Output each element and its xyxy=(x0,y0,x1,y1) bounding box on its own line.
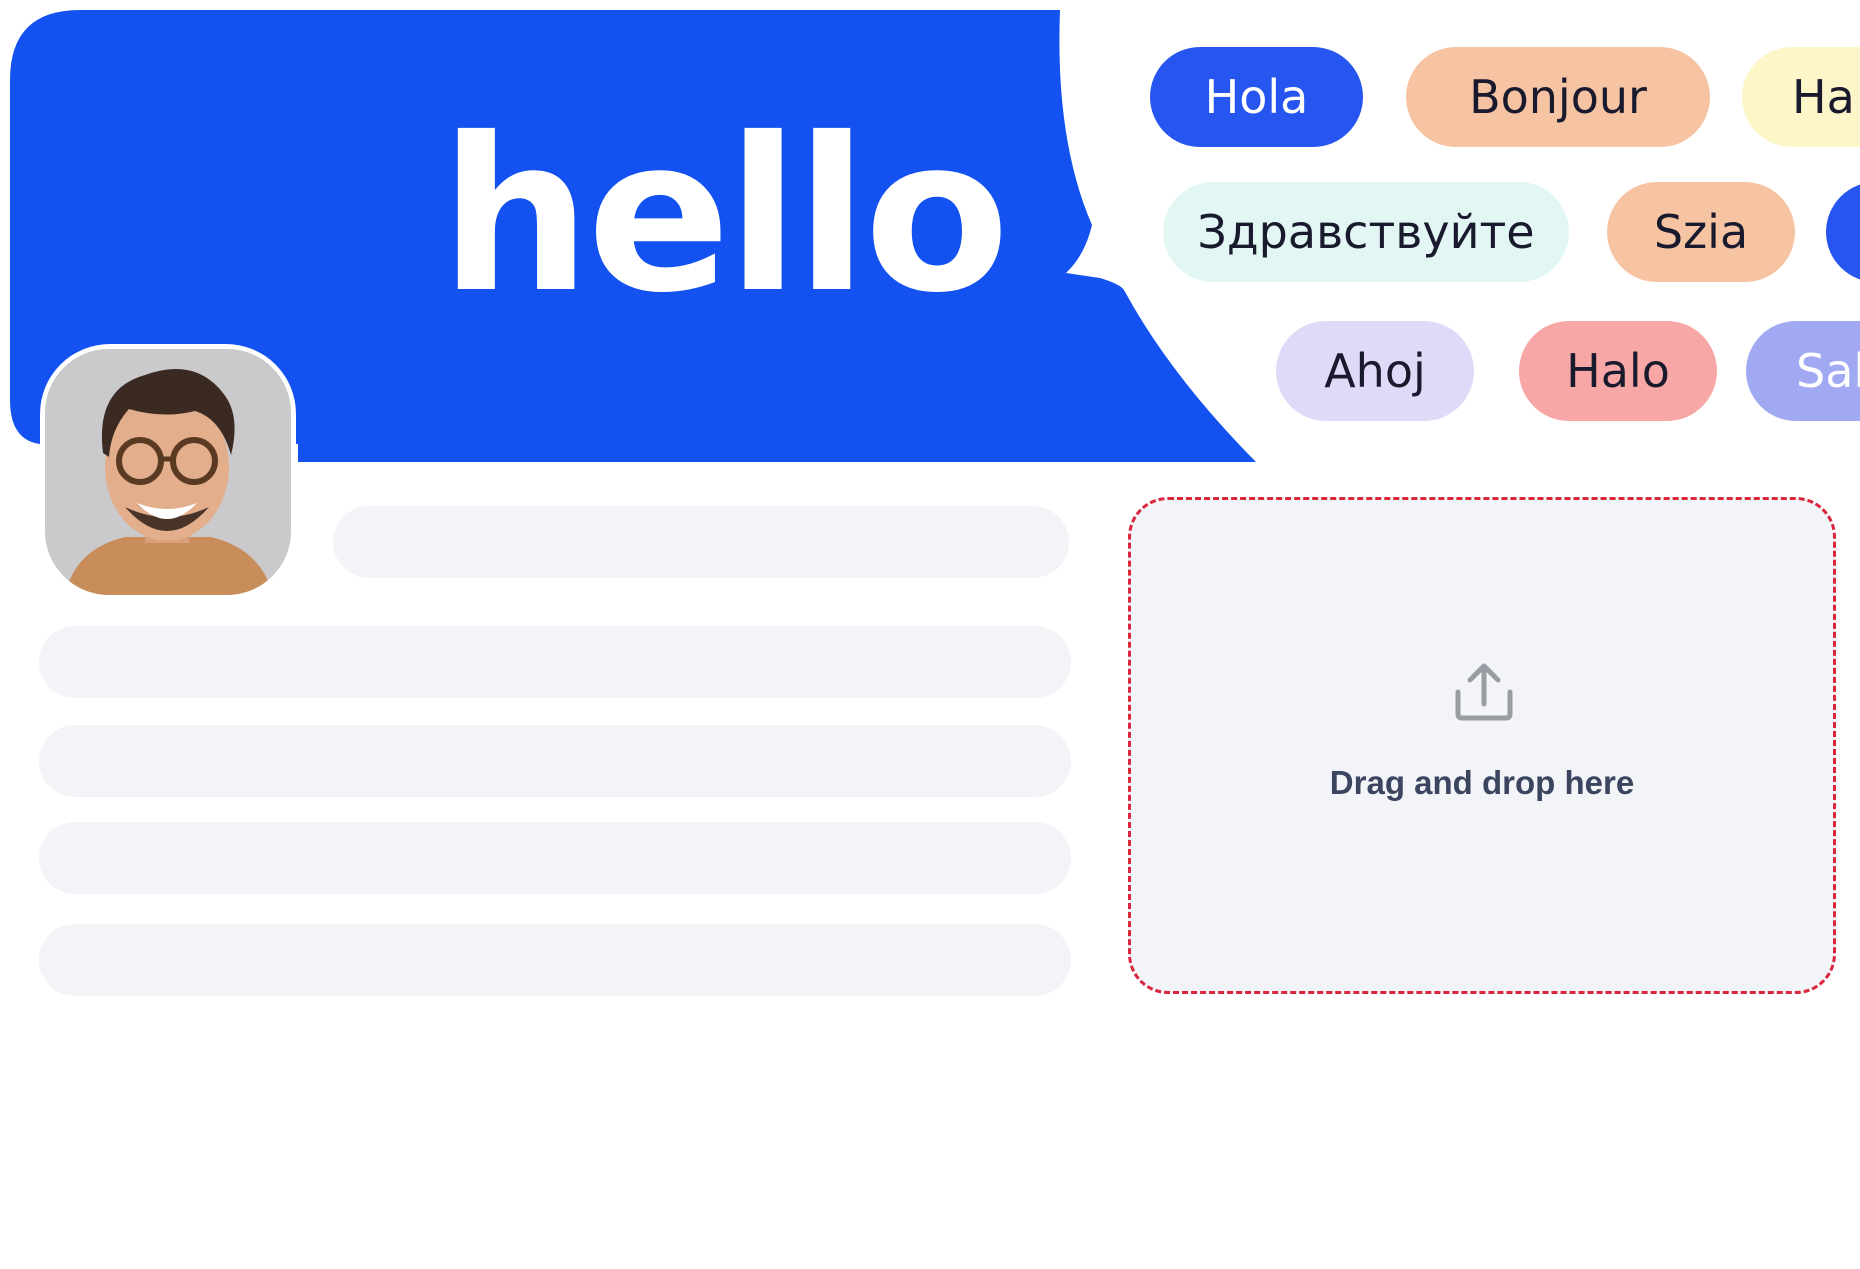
greeting-pill-bonjour: Bonjour xyxy=(1406,47,1710,147)
greeting-pill-zdravstvuyte: Здравствуйте xyxy=(1163,182,1569,282)
greeting-label: Ha xyxy=(1792,70,1855,124)
greeting-label: Halo xyxy=(1566,344,1670,398)
greeting-pill-szia: Szia xyxy=(1607,182,1795,282)
greeting-label: Ahoj xyxy=(1324,344,1426,398)
upload-icon xyxy=(1453,660,1515,722)
stage: hello Hola Bonjour Ha Здравствуйте Szia … xyxy=(0,0,1860,1269)
greeting-pill-ahoj: Ahoj xyxy=(1276,321,1474,421)
text-field-placeholder[interactable] xyxy=(39,725,1071,797)
greeting-label: Здравствуйте xyxy=(1197,205,1535,259)
hero-title: hello xyxy=(440,92,1010,339)
greeting-label: Sal xyxy=(1796,344,1860,398)
file-drop-zone[interactable]: Drag and drop here xyxy=(1128,497,1836,994)
person-portrait-icon xyxy=(45,349,291,595)
text-field-placeholder[interactable] xyxy=(39,626,1071,698)
greeting-label: Bonjour xyxy=(1469,70,1647,124)
greeting-pill-halo: Halo xyxy=(1519,321,1717,421)
greeting-pill-sal: Sal xyxy=(1746,321,1860,421)
greeting-label: Szia xyxy=(1653,205,1749,259)
text-field-placeholder[interactable] xyxy=(39,924,1071,996)
drop-zone-label: Drag and drop here xyxy=(1329,764,1635,801)
greeting-pill-ha: Ha xyxy=(1742,47,1860,147)
avatar-photo xyxy=(45,349,291,595)
text-field-placeholder[interactable] xyxy=(39,822,1071,894)
greeting-pill-hola: Hola xyxy=(1150,47,1363,147)
greeting-label: Hola xyxy=(1204,70,1309,124)
name-field-placeholder[interactable] xyxy=(333,506,1069,578)
avatar xyxy=(40,344,296,600)
greeting-pill-partial xyxy=(1826,182,1860,282)
